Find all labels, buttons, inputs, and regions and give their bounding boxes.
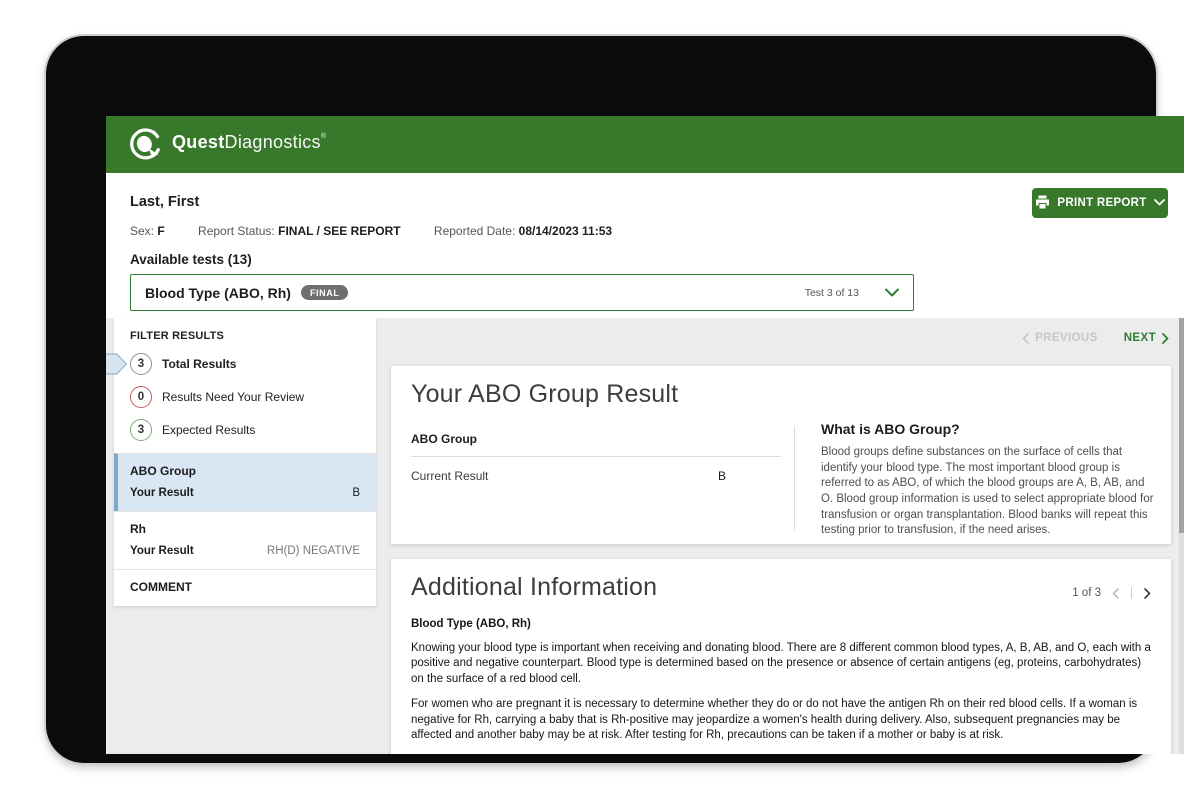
- need-review-count-badge: 0: [130, 386, 152, 408]
- page-prev-icon[interactable]: [1112, 588, 1119, 599]
- chevron-right-icon: [1162, 333, 1169, 344]
- print-chevron-down-icon: [1154, 197, 1165, 209]
- info-heading: Blood Type (ABO, Rh): [411, 617, 1151, 633]
- need-review-label: Results Need Your Review: [162, 390, 304, 404]
- total-results-count-badge: 3: [130, 353, 152, 375]
- previous-label: PREVIOUS: [1035, 332, 1098, 344]
- abo-info-text: Blood groups define substances on the su…: [821, 445, 1156, 539]
- vertical-scrollbar-thumb[interactable]: [1179, 318, 1184, 533]
- abo-group-result-value: B: [352, 487, 360, 499]
- abo-info-title: What is ABO Group?: [821, 421, 1156, 437]
- page-indicator: 1 of 3: [1072, 587, 1101, 599]
- brand-registered-mark: ®: [321, 133, 326, 140]
- chevron-down-icon: [885, 288, 899, 297]
- content-region: FILTER RESULTS 3 Total Results 0 Results…: [106, 318, 1184, 754]
- rh-item-title: Rh: [130, 522, 360, 536]
- print-report-label: PRINT REPORT: [1057, 197, 1146, 209]
- result-table-header: ABO Group: [411, 432, 781, 457]
- patient-name: Last, First: [130, 194, 199, 210]
- app-screen: QuestDiagnostics® Last, First Sex: F Rep…: [106, 116, 1184, 754]
- brand-light: Diagnostics: [225, 132, 321, 152]
- selected-test-name: Blood Type (ABO, Rh): [145, 285, 291, 301]
- tablet-frame: QuestDiagnostics® Last, First Sex: F Rep…: [46, 36, 1156, 763]
- expected-results-label: Expected Results: [162, 423, 255, 437]
- result-table: ABO Group Current Result B: [411, 432, 781, 483]
- additional-info-card: Additional Information 1 of 3 | Blood Ty…: [391, 559, 1171, 754]
- main-column: PREVIOUS NEXT Your ABO Group Result ABO …: [391, 318, 1171, 754]
- filter-results-section: FILTER RESULTS 3 Total Results 0 Results…: [114, 318, 376, 453]
- reported-date: Reported Date: 08/14/2023 11:53: [434, 224, 612, 238]
- final-status-badge: FINAL: [301, 285, 349, 300]
- expected-results-count-badge: 3: [130, 419, 152, 441]
- result-card-title: Your ABO Group Result: [411, 380, 678, 409]
- abo-group-item-title: ABO Group: [130, 464, 360, 478]
- report-status: Report Status: FINAL / SEE REPORT: [198, 224, 401, 238]
- brand-wordmark: QuestDiagnostics®: [172, 132, 326, 153]
- test-pager: PREVIOUS NEXT: [1022, 332, 1169, 344]
- vertical-scrollbar-track: [1179, 318, 1184, 754]
- rh-result-value: RH(D) NEGATIVE: [267, 545, 360, 557]
- selected-filter-arrow-icon: [106, 353, 128, 380]
- filter-need-review[interactable]: 0 Results Need Your Review: [130, 386, 360, 408]
- results-sidebar: FILTER RESULTS 3 Total Results 0 Results…: [114, 318, 376, 606]
- status-value: FINAL / SEE REPORT: [278, 224, 400, 238]
- abo-group-result-label: Your Result: [130, 487, 194, 499]
- sidebar-item-abo-group[interactable]: ABO Group Your Result B: [114, 453, 376, 511]
- pagination-separator: |: [1130, 587, 1133, 599]
- abo-result-card: Your ABO Group Result ABO Group Current …: [391, 366, 1171, 544]
- comment-item-title: COMMENT: [130, 580, 360, 594]
- available-tests-label: Available tests (13): [130, 252, 252, 267]
- total-results-label: Total Results: [162, 357, 236, 371]
- rh-result-label: Your Result: [130, 545, 194, 557]
- quest-logo-icon: [128, 126, 164, 162]
- card-vertical-divider: [794, 426, 795, 530]
- current-result-label: Current Result: [411, 469, 488, 483]
- filter-results-title: FILTER RESULTS: [130, 330, 360, 342]
- info-paragraph-3: By clicking here you can visit the Lab T…: [411, 754, 1151, 755]
- info-paragraph-2: For women who are pregnant it is necessa…: [411, 697, 1151, 744]
- print-report-button[interactable]: PRINT REPORT: [1032, 188, 1168, 218]
- sex-value: F: [157, 224, 164, 238]
- date-value: 08/14/2023 11:53: [519, 224, 612, 238]
- page-next-icon[interactable]: [1144, 588, 1151, 599]
- date-label: Reported Date:: [434, 224, 515, 238]
- chevron-left-icon: [1022, 333, 1029, 344]
- sex-label: Sex:: [130, 224, 154, 238]
- previous-button[interactable]: PREVIOUS: [1022, 332, 1098, 344]
- sidebar-item-rh[interactable]: Rh Your Result RH(D) NEGATIVE: [114, 511, 376, 569]
- current-result-row: Current Result B: [411, 457, 781, 483]
- test-position-label: Test 3 of 13: [805, 287, 859, 299]
- patient-header: Last, First Sex: F Report Status: FINAL …: [106, 173, 1184, 318]
- patient-sex: Sex: F: [130, 224, 165, 238]
- next-label: NEXT: [1124, 332, 1156, 344]
- abo-info-panel: What is ABO Group? Blood groups define s…: [821, 421, 1156, 539]
- patient-info-row: Sex: F Report Status: FINAL / SEE REPORT…: [130, 224, 642, 238]
- app-header: QuestDiagnostics®: [106, 116, 1184, 173]
- next-button[interactable]: NEXT: [1124, 332, 1169, 344]
- test-selector-dropdown[interactable]: Blood Type (ABO, Rh) FINAL Test 3 of 13: [130, 274, 914, 311]
- printer-icon: [1035, 195, 1050, 212]
- filter-total-results[interactable]: 3 Total Results: [130, 353, 360, 375]
- additional-info-body: Blood Type (ABO, Rh) Knowing your blood …: [411, 617, 1151, 754]
- status-label: Report Status:: [198, 224, 275, 238]
- brand-bold: Quest: [172, 132, 225, 152]
- sidebar-item-comment[interactable]: COMMENT: [114, 569, 376, 606]
- filter-expected-results[interactable]: 3 Expected Results: [130, 419, 360, 441]
- current-result-value: B: [718, 469, 726, 483]
- additional-info-title: Additional Information: [411, 573, 657, 602]
- info-pagination: 1 of 3 |: [1072, 587, 1151, 599]
- info-paragraph-1: Knowing your blood type is important whe…: [411, 641, 1151, 688]
